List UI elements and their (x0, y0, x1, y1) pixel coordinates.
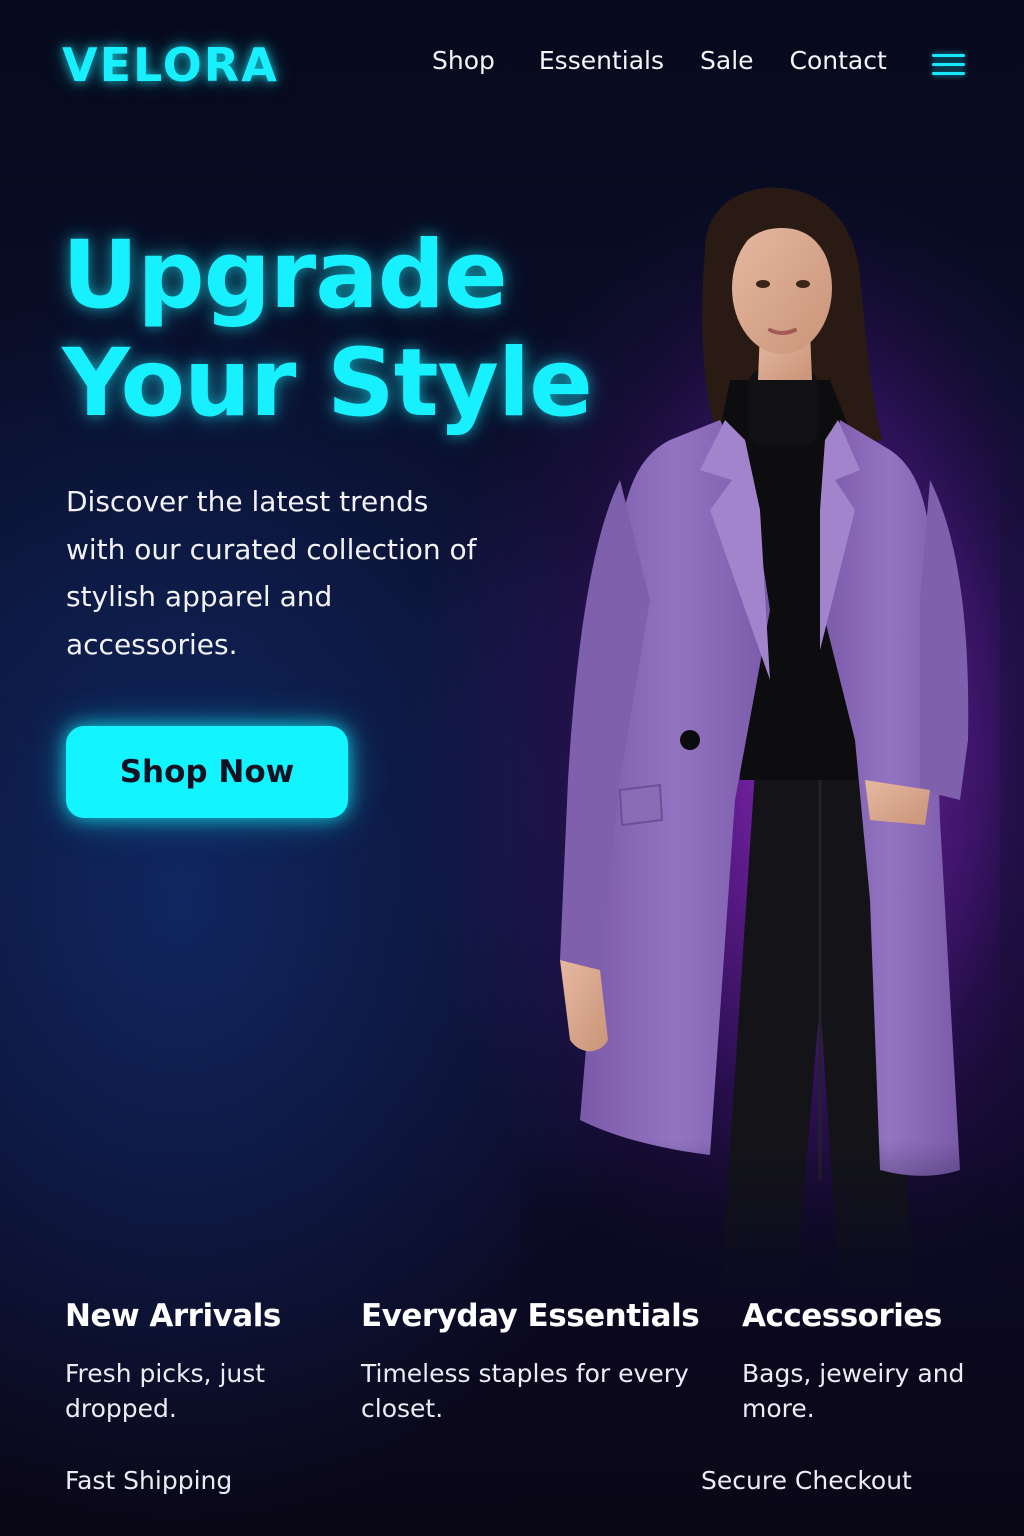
hero-headline-line1: Upgrade (62, 221, 508, 330)
shop-now-button[interactable]: Shop Now (66, 726, 348, 818)
feature-title: New Arrivals (65, 1298, 281, 1334)
secure-checkout-badge: Secure Checkout (701, 1466, 912, 1495)
landing-page: VELORA Shop Essentials Sale Contact Upgr… (0, 0, 1024, 1536)
feature-description: Bags, jeweiry and more. (742, 1359, 965, 1423)
nav-item-shop[interactable]: Shop (432, 46, 495, 75)
nav-item-essentials[interactable]: Essentials (539, 46, 664, 75)
fast-shipping-badge: Fast Shipping (65, 1466, 233, 1495)
main-nav: Shop Essentials Sale Contact (432, 46, 887, 75)
hero-headline-line2: Your Style (62, 329, 593, 438)
nav-item-contact[interactable]: Contact (790, 46, 887, 75)
feature-new-arrivals[interactable]: New Arrivals Fresh picks, just dropped. (65, 1298, 335, 1426)
feature-description: Fresh picks, just dropped. (65, 1359, 266, 1423)
hero-model-image (520, 180, 1000, 1300)
feature-everyday-essentials[interactable]: Everyday Essentials Timeless staples for… (361, 1298, 701, 1426)
feature-title: Everyday Essentials (361, 1298, 700, 1334)
feature-description: Timeless staples for every closet. (361, 1359, 689, 1423)
brand-logo[interactable]: VELORA (62, 38, 279, 92)
feature-accessories[interactable]: Accessories Bags, jeweiry and more. (742, 1298, 1002, 1426)
hero-subtext: Discover the latest trends with our cura… (66, 485, 477, 661)
feature-title: Accessories (742, 1298, 942, 1334)
hamburger-menu-icon[interactable] (932, 52, 965, 76)
nav-item-sale[interactable]: Sale (700, 46, 754, 75)
